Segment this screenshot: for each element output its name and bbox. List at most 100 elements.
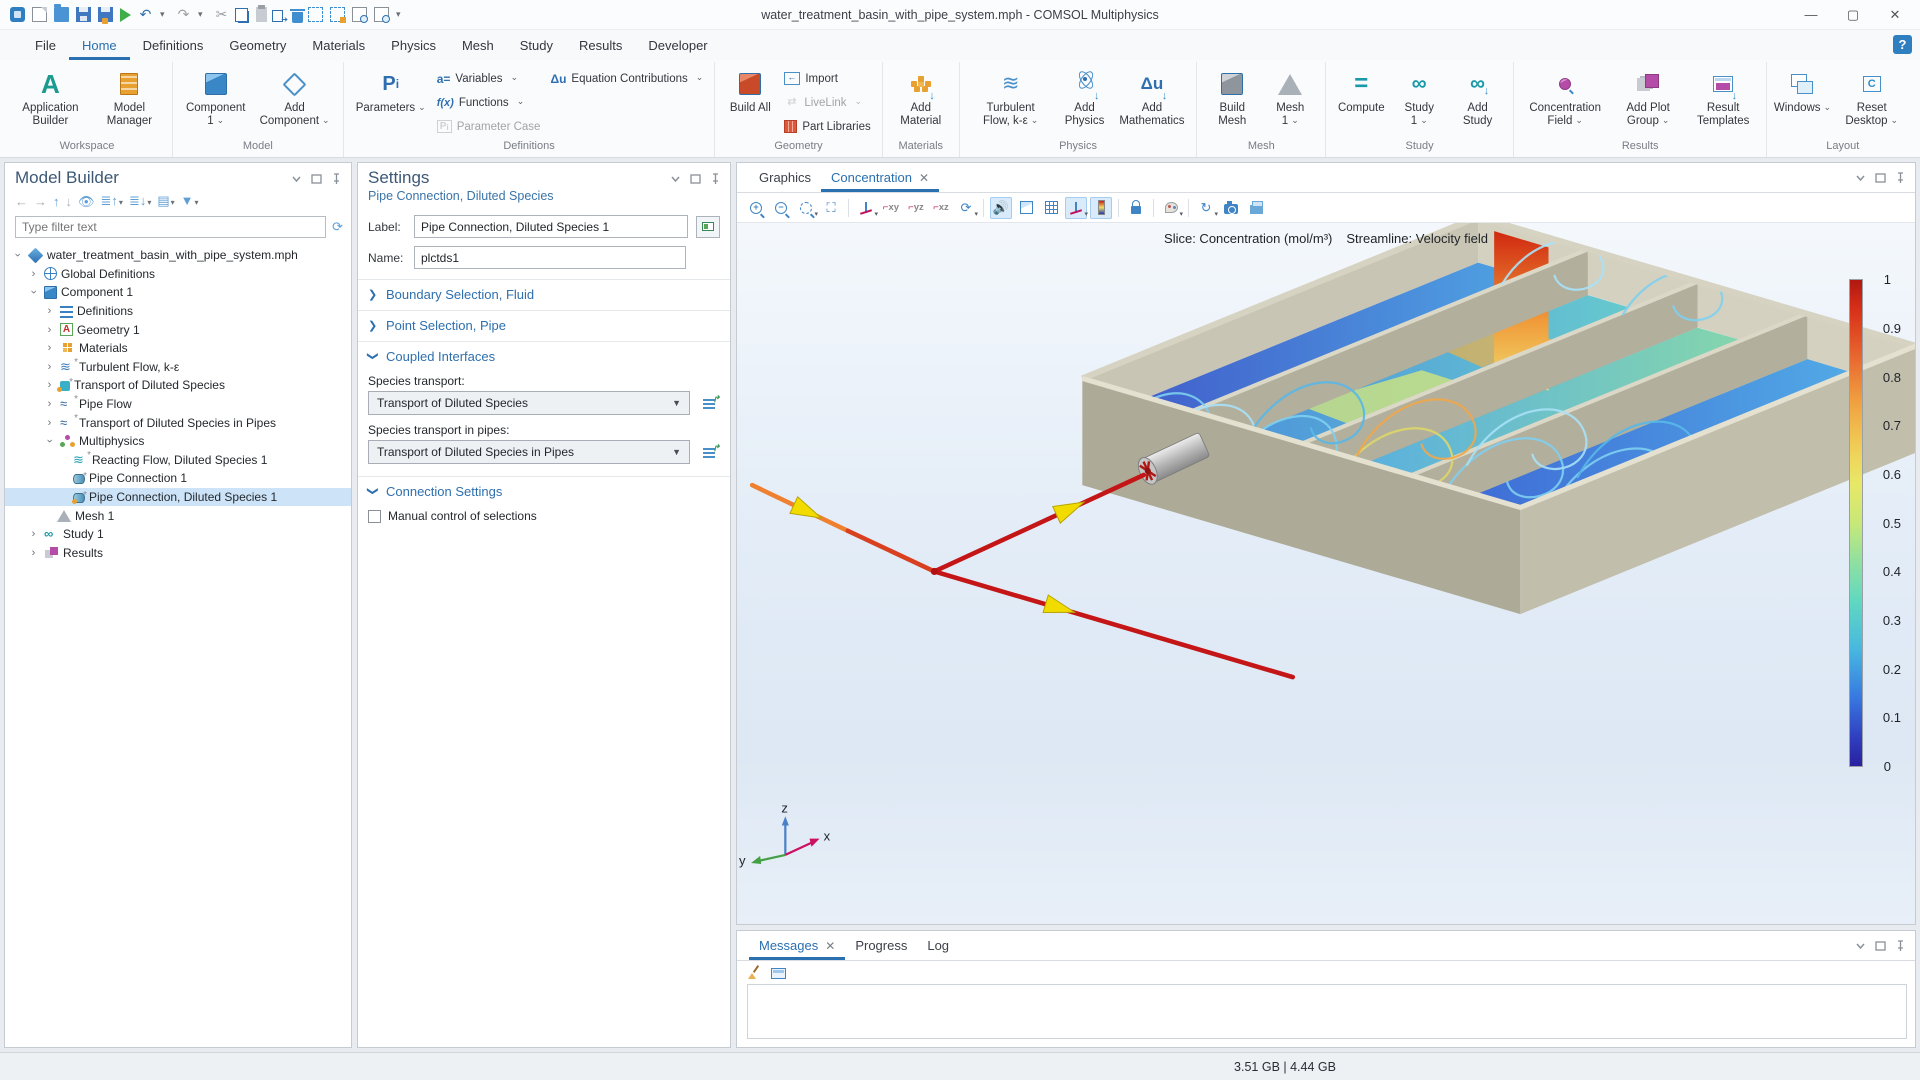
redo-dropdown-icon[interactable]: ▾ (198, 7, 207, 22)
panel-menu-icon[interactable] (669, 172, 682, 185)
expander-icon[interactable]: › (27, 268, 40, 280)
study-button[interactable]: ∞Study 1 (1391, 65, 1447, 129)
rotate-view-icon[interactable]: ⟳▾ (955, 197, 977, 219)
expander-icon[interactable]: › (28, 286, 40, 299)
customize-toolbar-icon[interactable]: ▾ (396, 7, 405, 22)
menu-definitions[interactable]: Definitions (130, 30, 217, 60)
tab-concentration[interactable]: Concentration✕ (821, 163, 939, 192)
print-icon[interactable] (1245, 197, 1267, 219)
close-tab-icon[interactable]: ✕ (825, 939, 835, 953)
zoom-in-icon[interactable]: + (745, 197, 767, 219)
tab-log[interactable]: Log (917, 931, 959, 960)
tab-progress[interactable]: Progress (845, 931, 917, 960)
close-button[interactable]: ✕ (1874, 0, 1916, 29)
tree-item-transport-diluted-species[interactable]: ›Transport of Diluted Species (5, 376, 351, 395)
part-libraries-button[interactable]: Part Libraries (780, 116, 874, 137)
menu-results[interactable]: Results (566, 30, 635, 60)
collapse-all-icon[interactable]: ≣↓▾ (129, 194, 151, 210)
add-mathematics-button[interactable]: Δu↓Add Mathematics (1115, 65, 1190, 129)
minimize-button[interactable]: — (1790, 0, 1832, 29)
filter-icon[interactable]: ▼▾ (181, 194, 199, 210)
scene-light-icon[interactable]: 🔊 (990, 197, 1012, 219)
expander-icon[interactable]: › (43, 379, 56, 391)
section-boundary-selection[interactable]: ❯Boundary Selection, Fluid (358, 279, 730, 304)
close-tab-icon[interactable]: ✕ (919, 171, 929, 185)
expander-icon[interactable]: › (44, 435, 56, 448)
equation-contributions-button[interactable]: ΔuEquation Contributions (546, 68, 707, 89)
tree-item-materials[interactable]: ›Materials (5, 339, 351, 358)
snapshot-icon[interactable] (1220, 197, 1242, 219)
panel-menu-icon[interactable] (290, 172, 303, 185)
refresh-filter-icon[interactable]: ⟳ (332, 220, 343, 234)
node-grouping-icon[interactable]: ▤▾ (157, 194, 174, 210)
tree-filter-input[interactable] (15, 216, 326, 238)
pin-panel-icon[interactable] (709, 172, 722, 185)
pin-panel-icon[interactable] (330, 172, 343, 185)
lock-view-icon[interactable] (1125, 197, 1147, 219)
tree-item-study[interactable]: ›∞Study 1 (5, 525, 351, 544)
float-panel-icon[interactable] (310, 172, 323, 185)
parameters-button[interactable]: PiParameters (351, 65, 431, 116)
expander-icon[interactable]: › (43, 398, 56, 410)
model-manager-button[interactable]: Model Manager (94, 65, 165, 129)
tree-item-pipe-connection[interactable]: Pipe Connection 1 (5, 469, 351, 488)
orientation-icon[interactable]: ▾ (1065, 197, 1087, 219)
add-physics-button[interactable]: ↓Add Physics (1056, 65, 1112, 129)
tree-item-root[interactable]: ›water_treatment_basin_with_pipe_system.… (5, 246, 351, 265)
update-plot-icon[interactable]: ↻▾ (1195, 197, 1217, 219)
tree-item-definitions[interactable]: ›Definitions (5, 302, 351, 321)
tree-item-multiphysics[interactable]: ›Multiphysics (5, 432, 351, 451)
zoom-box-icon[interactable]: ▾ (795, 197, 817, 219)
delete-icon[interactable] (292, 12, 303, 23)
section-point-selection[interactable]: ❯Point Selection, Pipe (358, 310, 730, 335)
concentration-field-button[interactable]: Concentration Field (1521, 65, 1609, 129)
mesh-button[interactable]: Mesh 1 (1262, 65, 1318, 129)
add-material-button[interactable]: ↓Add Material (890, 65, 952, 129)
name-field-input[interactable] (414, 246, 686, 269)
tree-item-turbulent-flow[interactable]: ›≋Turbulent Flow, k-ε (5, 358, 351, 377)
tree-item-global-definitions[interactable]: ›Global Definitions (5, 265, 351, 284)
undo-dropdown-icon[interactable]: ▾ (160, 7, 169, 22)
run-icon[interactable] (120, 8, 131, 22)
label-field-input[interactable] (414, 215, 688, 238)
search-icon[interactable] (374, 7, 389, 22)
tree-item-reacting-flow[interactable]: ≋Reacting Flow, Diluted Species 1 (5, 451, 351, 470)
grid-icon[interactable] (1040, 197, 1062, 219)
build-all-button[interactable]: Build All (722, 65, 778, 116)
move-up-icon[interactable]: ↑ (53, 195, 60, 209)
duplicate-icon[interactable] (272, 10, 283, 22)
draw-select-icon[interactable] (330, 7, 345, 22)
expand-all-icon[interactable]: ≣↑▾ (101, 194, 123, 210)
tree-item-mesh[interactable]: Mesh 1 (5, 506, 351, 525)
turbulent-flow-button[interactable]: ≋Turbulent Flow, k-ε (967, 65, 1055, 129)
undo-icon[interactable]: ↶ (138, 7, 153, 22)
graphics-viewport[interactable]: z x y Slice: Concentration (mol/m³) Stre… (737, 223, 1915, 924)
tree-item-component[interactable]: ›Component 1 (5, 283, 351, 302)
zoom-out-icon[interactable]: − (770, 197, 792, 219)
build-mesh-button[interactable]: Build Mesh (1204, 65, 1260, 129)
new-file-icon[interactable] (32, 7, 47, 22)
tree-item-results[interactable]: ›Results (5, 544, 351, 563)
expander-icon[interactable]: › (43, 305, 56, 317)
import-button[interactable]: Import (780, 68, 874, 89)
float-panel-icon[interactable] (1874, 171, 1887, 184)
menu-home[interactable]: Home (69, 30, 130, 60)
messages-content[interactable] (747, 984, 1907, 1039)
species-transport-select[interactable]: Transport of Diluted Species▼ (368, 391, 690, 415)
section-coupled-interfaces[interactable]: ❯Coupled Interfaces (358, 341, 730, 366)
application-builder-button[interactable]: AApplication Builder (9, 65, 92, 129)
pin-panel-icon[interactable] (1894, 171, 1907, 184)
expander-icon[interactable]: › (43, 324, 56, 336)
save-as-icon[interactable] (98, 7, 113, 22)
image-settings-icon[interactable]: ▾ (1160, 197, 1182, 219)
component-button[interactable]: Component 1 (180, 65, 251, 129)
result-templates-button[interactable]: ↓Result Templates (1687, 65, 1760, 129)
expander-icon[interactable]: › (27, 547, 40, 559)
open-file-icon[interactable] (54, 7, 69, 22)
add-component-button[interactable]: Add Component (253, 65, 335, 129)
color-legend-icon[interactable] (1090, 197, 1112, 219)
view-yz-icon[interactable]: ⌐yz (905, 197, 927, 219)
menu-study[interactable]: Study (507, 30, 566, 60)
functions-button[interactable]: f(x)Functions (433, 92, 545, 113)
reset-desktop-button[interactable]: CReset Desktop (1832, 65, 1911, 129)
